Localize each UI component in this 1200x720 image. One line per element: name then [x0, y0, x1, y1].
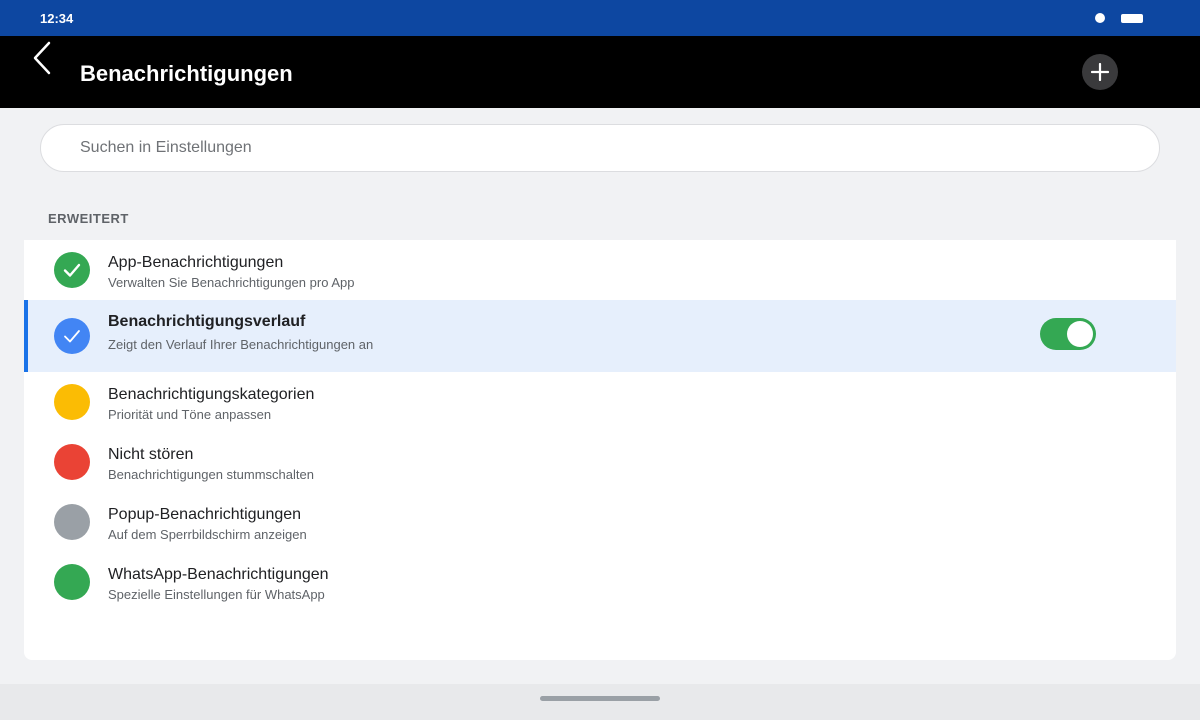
- list-item[interactable]: Nicht stören Benachrichtigungen stummscha…: [24, 432, 1176, 492]
- color-circle-icon: [54, 564, 90, 600]
- history-toggle[interactable]: [1040, 318, 1096, 350]
- list-item-subtitle: Priorität und Töne anpassen: [108, 407, 272, 422]
- notification-dot-icon: [1095, 13, 1105, 23]
- list-item-title: Popup-Benachrichtigungen: [108, 506, 302, 523]
- check-circle-icon: [54, 318, 90, 354]
- color-circle-icon: [54, 504, 90, 540]
- status-bar: 12:34: [0, 0, 1200, 36]
- add-button[interactable]: [1082, 54, 1118, 90]
- list-item-title: Nicht stören: [108, 446, 194, 463]
- list-item-title: Benachrichtigungsverlauf: [108, 313, 306, 330]
- list-item[interactable]: Popup-Benachrichtigungen Auf dem Sperrbil…: [24, 492, 1176, 552]
- status-time: 12:34: [40, 11, 74, 26]
- back-button[interactable]: [24, 38, 60, 78]
- list-item-title: App-Benachrichtigungen: [108, 254, 284, 271]
- app-bar: Benachrichtigungen: [0, 36, 1200, 108]
- list-item-subtitle: Spezielle Einstellungen für WhatsApp: [108, 587, 325, 602]
- list-item[interactable]: App-Benachrichtigungen Verwalten Sie Bena…: [24, 240, 1176, 300]
- list-item[interactable]: Benachrichtigungskategorien Priorität und…: [24, 372, 1176, 432]
- section-header: ERWEITERT: [48, 211, 129, 226]
- search-box[interactable]: [40, 124, 1160, 172]
- page-title: Benachrichtigungen: [80, 61, 293, 86]
- list-item-subtitle: Benachrichtigungen stummschalten: [108, 467, 314, 482]
- check-icon: [63, 263, 81, 277]
- list-item-subtitle: Verwalten Sie Benachrichtigungen pro App: [108, 275, 355, 290]
- battery-icon: [1121, 14, 1143, 23]
- list-item-title: WhatsApp-Benachrichtigungen: [108, 566, 329, 583]
- toggle-knob: [1067, 321, 1093, 347]
- color-circle-icon: [54, 444, 90, 480]
- list-item-subtitle: Auf dem Sperrbildschirm anzeigen: [108, 527, 307, 542]
- check-circle-icon: [54, 252, 90, 288]
- settings-list: App-Benachrichtigungen Verwalten Sie Bena…: [24, 240, 1176, 660]
- chevron-left-icon: [33, 41, 51, 75]
- search-input[interactable]: [80, 125, 1140, 171]
- list-item[interactable]: WhatsApp-Benachrichtigungen Spezielle Ein…: [24, 552, 1176, 612]
- home-indicator[interactable]: [540, 696, 660, 701]
- list-item[interactable]: Benachrichtigungsverlauf Zeigt den Verlau…: [24, 300, 1176, 372]
- list-item-subtitle: Zeigt den Verlauf Ihrer Benachrichtigung…: [108, 337, 374, 352]
- list-item-title: Benachrichtigungskategorien: [108, 386, 315, 403]
- navigation-bar: [0, 684, 1200, 720]
- check-icon: [64, 330, 80, 343]
- color-circle-icon: [54, 384, 90, 420]
- plus-icon: [1091, 63, 1109, 81]
